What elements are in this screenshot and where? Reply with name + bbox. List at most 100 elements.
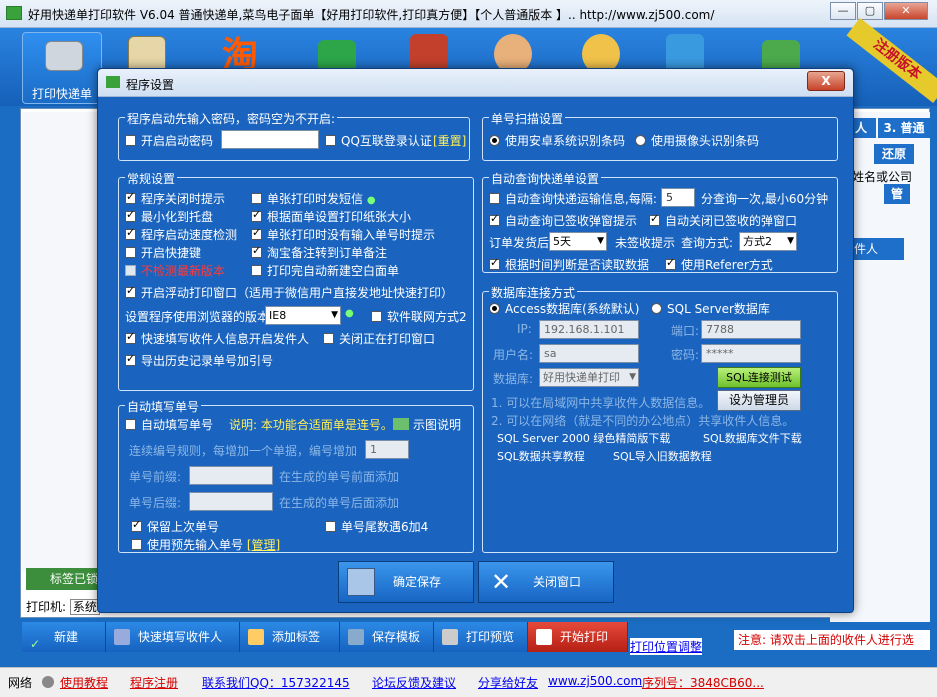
- set-admin-button[interactable]: 设为管理员: [717, 390, 801, 411]
- sqlserver-radio[interactable]: SQL Server数据库: [651, 300, 770, 317]
- save-template-button[interactable]: 保存模板: [340, 622, 434, 652]
- checkbox-label: 软件联网方式2: [387, 310, 467, 324]
- forum-link[interactable]: 论坛反馈及建议: [372, 674, 456, 691]
- query-interval-input[interactable]: 5: [661, 188, 695, 207]
- add-label-button[interactable]: 添加标签: [240, 622, 340, 652]
- close-signed-checkbox[interactable]: 自动关闭已签收的弹窗口: [649, 212, 797, 229]
- auto-new-checkbox[interactable]: 打印完自动新建空白面单: [251, 262, 399, 279]
- new-button[interactable]: ✓ 新建: [22, 622, 106, 652]
- sql-test-button[interactable]: SQL连接测试: [717, 367, 801, 388]
- qq-link[interactable]: 联系我们QQ：157322145: [202, 674, 350, 691]
- checkbox-label: 淘宝备注转到订单备注: [267, 246, 388, 260]
- tutorial-link[interactable]: 使用教程: [60, 674, 108, 691]
- radio-label: SQL Server数据库: [667, 302, 770, 316]
- qq-auth-checkbox[interactable]: QQ互联登录认证: [325, 132, 432, 149]
- speed-check-checkbox[interactable]: 程序启动速度检测: [125, 226, 237, 243]
- example-link[interactable]: 示图说明: [393, 416, 461, 433]
- minimize-button[interactable]: —: [830, 2, 856, 20]
- checkbox-box: [251, 226, 262, 240]
- sql-file-download-link[interactable]: SQL数据库文件下载: [703, 430, 802, 446]
- ip-input[interactable]: 192.168.1.101: [539, 320, 639, 339]
- start-print-label: 开始打印: [560, 630, 609, 644]
- site-link[interactable]: www.zj500.com: [548, 674, 642, 688]
- checkbox-label: 打印完自动新建空白面单: [267, 264, 400, 278]
- sql-import-tutorial-link[interactable]: SQL导入旧数据教程: [613, 448, 712, 464]
- dialog-close-button[interactable]: X: [807, 71, 845, 91]
- label-locked[interactable]: 标签已锁: [26, 568, 104, 590]
- database-group: 数据库连接方式 Access数据库(系统默认) SQL Server数据库 IP…: [482, 284, 838, 553]
- quick-fill-label: 快速填写收件人: [138, 630, 223, 644]
- db-note-2: 2. 可以在网络（就是不同的办公地点）共享收件人信息。: [491, 414, 795, 428]
- print-position-link[interactable]: 打印位置调整: [630, 638, 703, 655]
- port-input[interactable]: 7788: [701, 320, 801, 339]
- help-icon[interactable]: ●: [367, 195, 376, 206]
- camera-scan-radio[interactable]: 使用摄像头识别条码: [635, 132, 759, 149]
- checkbox-box: [371, 311, 382, 322]
- auto-number-checkbox[interactable]: 自动填写单号: [125, 416, 213, 433]
- enable-password-checkbox[interactable]: 开启启动密码: [125, 132, 213, 149]
- database-select[interactable]: 好用快递单打印 ▼: [539, 368, 639, 387]
- sql-share-tutorial-link[interactable]: SQL数据共享教程: [497, 448, 585, 464]
- export-quote-checkbox[interactable]: 导出历史记录单号加引号: [125, 352, 273, 369]
- keep-last-checkbox[interactable]: 保留上次单号: [131, 518, 219, 535]
- close-window-button[interactable]: ✕ 关闭窗口: [478, 561, 614, 603]
- taobao-note-checkbox[interactable]: 淘宝备注转到订单备注: [251, 244, 387, 261]
- fast-fill-sender-checkbox[interactable]: 快速填写收件人信息开启发件人: [125, 330, 309, 347]
- register-link[interactable]: 程序注册: [130, 674, 178, 691]
- help-icon[interactable]: ●: [345, 308, 354, 319]
- referer-checkbox[interactable]: 使用Referer方式: [665, 256, 773, 273]
- manage-button[interactable]: 管: [884, 184, 910, 204]
- start-print-button[interactable]: 开始打印: [528, 622, 628, 652]
- window-close-button[interactable]: ✕: [884, 2, 928, 20]
- sms-checkbox[interactable]: 单张打印时发短信 ●: [251, 190, 376, 207]
- prefix-input[interactable]: [189, 466, 273, 485]
- close-printing-window-checkbox[interactable]: 关闭正在打印窗口: [323, 330, 435, 347]
- tab-3[interactable]: 3. 普通: [878, 118, 930, 138]
- ip-label: IP:: [517, 322, 532, 336]
- print-preview-button[interactable]: 打印预览: [434, 622, 528, 652]
- reset-link[interactable]: [重置]: [433, 132, 466, 149]
- browser-version-select[interactable]: IE8 ▼: [265, 306, 341, 325]
- auto-number-group-title: 自动填写单号: [125, 398, 202, 415]
- paper-size-checkbox[interactable]: 根据面单设置打印纸张大小: [251, 208, 411, 225]
- rule-increment-input[interactable]: 1: [365, 440, 409, 459]
- query-mode-select[interactable]: 方式2 ▼: [739, 232, 797, 251]
- maximize-button[interactable]: ▢: [857, 2, 883, 20]
- close-window-label: 关闭窗口: [532, 575, 581, 589]
- close-prompt-checkbox[interactable]: 程序关闭时提示: [125, 190, 225, 207]
- hotkey-checkbox[interactable]: 开启快捷键: [125, 244, 201, 261]
- network-mode-checkbox[interactable]: 软件联网方式2: [371, 308, 467, 325]
- startup-password-input[interactable]: [221, 130, 319, 149]
- quick-fill-button[interactable]: 快速填写收件人: [106, 622, 240, 652]
- dialog-title: 程序设置: [126, 78, 175, 92]
- days-select[interactable]: 5天 ▼: [549, 232, 607, 251]
- no-number-prompt-checkbox[interactable]: 单张打印时没有输入单号时提示: [251, 226, 435, 243]
- sqlserver-download-link[interactable]: SQL Server 2000 绿色精简版下载: [497, 430, 670, 446]
- float-window-checkbox[interactable]: 开启浮动打印窗口（适用于微信用户直接发地址快速打印）: [125, 284, 453, 301]
- print-icon: [536, 629, 552, 645]
- checkbox-box: [125, 265, 136, 276]
- checkbox-label: 开启快捷键: [141, 246, 202, 260]
- restore-button[interactable]: 还原: [874, 144, 914, 164]
- password-input[interactable]: *****: [701, 344, 801, 363]
- preinput-checkbox[interactable]: 使用预先输入单号 [管理]: [131, 536, 280, 553]
- radio-dot: [635, 135, 646, 146]
- printer-select[interactable]: 系统: [69, 599, 100, 615]
- checkbox-box: [125, 247, 136, 258]
- minimize-tray-checkbox[interactable]: 最小化到托盘: [125, 208, 213, 225]
- radio-label: 使用安卓系统识别条码: [505, 134, 626, 148]
- access-radio[interactable]: Access数据库(系统默认): [489, 300, 639, 317]
- suffix-input[interactable]: [189, 492, 273, 511]
- manage-link[interactable]: [管理]: [247, 538, 280, 552]
- no-update-check-checkbox[interactable]: 不检测最新版本: [125, 262, 225, 279]
- example-label: 示图说明: [413, 418, 462, 432]
- android-scan-radio[interactable]: 使用安卓系统识别条码: [489, 132, 625, 149]
- time-judge-checkbox[interactable]: 根据时间判断是否读取数据: [489, 256, 649, 273]
- signed-popup-checkbox[interactable]: 自动查询已签收弹窗提示: [489, 212, 637, 229]
- tail-skip-checkbox[interactable]: 单号尾数遇6加4: [325, 518, 428, 535]
- share-link[interactable]: 分享给好友: [478, 674, 538, 691]
- user-input[interactable]: sa: [539, 344, 639, 363]
- auto-query-checkbox[interactable]: 自动查询快递运输信息,每隔:: [489, 190, 657, 207]
- confirm-save-button[interactable]: 确定保存: [338, 561, 474, 603]
- print-waybill-tool[interactable]: 打印快递单: [22, 32, 102, 104]
